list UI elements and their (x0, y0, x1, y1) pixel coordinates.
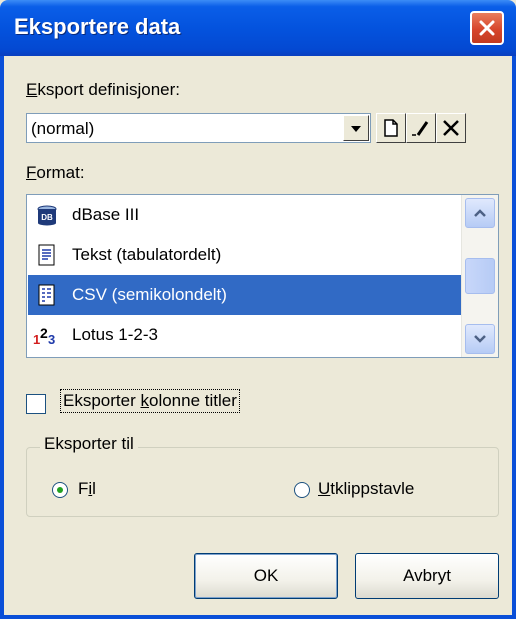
svg-text:2: 2 (40, 325, 48, 341)
delete-definition-button[interactable] (436, 113, 466, 143)
close-button[interactable] (470, 11, 504, 45)
export-column-titles-label[interactable]: Eksporter kolonne titler (60, 389, 240, 413)
new-definition-button[interactable] (376, 113, 406, 143)
chevron-up-icon (474, 209, 486, 217)
chevron-down-icon (474, 335, 486, 343)
export-to-group-title: Eksporter til (40, 434, 138, 454)
chevron-down-icon (351, 126, 361, 132)
radio-file[interactable] (52, 482, 68, 498)
radio-selected-dot (57, 487, 63, 493)
format-list[interactable]: DB dBase III Tekst (tabulatordelt) CSV (… (26, 194, 499, 358)
list-item-label: dBase III (72, 205, 140, 224)
export-definition-value: (normal) (31, 119, 95, 138)
vertical-scrollbar[interactable] (461, 195, 498, 357)
new-icon (384, 119, 398, 137)
delete-icon (443, 120, 459, 136)
lotus-icon: 1 2 3 (33, 325, 55, 346)
scroll-up-button[interactable] (465, 198, 495, 228)
combo-dropdown-button[interactable] (343, 115, 369, 141)
radio-clipboard-label[interactable]: Utklippstavle (318, 479, 414, 499)
list-item-text[interactable]: Tekst (tabulatordelt) (28, 235, 461, 275)
format-label: Format: (26, 163, 85, 182)
edit-icon (412, 121, 429, 136)
cancel-button[interactable]: Avbryt (355, 553, 499, 599)
list-item-csv[interactable]: CSV (semikolondelt) (28, 275, 461, 315)
dbase-icon: DB (37, 205, 57, 226)
ok-button[interactable]: OK (194, 553, 338, 599)
list-item-lotus[interactable]: 1 2 3 Lotus 1-2-3 (28, 315, 461, 355)
export-definitions-label: Eksport definisjoner: (26, 80, 181, 99)
export-to-group (26, 447, 499, 517)
radio-file-label[interactable]: Fil (78, 479, 96, 499)
csv-file-icon (38, 284, 55, 306)
list-item-label: CSV (semikolondelt) (72, 285, 227, 304)
text-file-icon (38, 244, 55, 266)
scroll-down-button[interactable] (465, 324, 495, 354)
svg-text:3: 3 (48, 332, 55, 346)
export-column-titles-checkbox[interactable] (26, 394, 46, 414)
close-icon (479, 20, 495, 36)
edit-definition-button[interactable] (406, 113, 436, 143)
export-definition-combo[interactable]: (normal) (26, 113, 371, 143)
scroll-thumb[interactable] (465, 258, 495, 294)
list-item-label: Tekst (tabulatordelt) (72, 245, 222, 264)
svg-text:DB: DB (41, 213, 53, 222)
radio-clipboard[interactable] (294, 482, 310, 498)
list-item-label: Lotus 1-2-3 (72, 325, 158, 344)
window-title: Eksportere data (14, 14, 181, 39)
list-item-dbase[interactable]: DB dBase III (28, 195, 461, 235)
